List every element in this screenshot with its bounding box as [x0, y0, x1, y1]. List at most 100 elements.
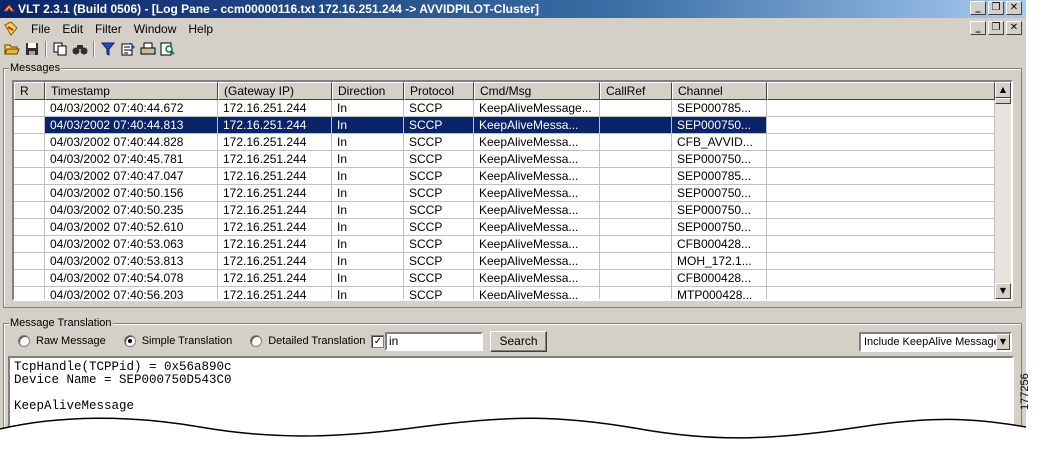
vertical-scrollbar[interactable]: ▲ ▼	[995, 82, 1011, 299]
table-row[interactable]: 04/03/2002 07:40:53.063 172.16.251.244 In S…	[14, 236, 999, 253]
menu-file[interactable]: File	[25, 22, 56, 36]
cell-timestamp: 04/03/2002 07:40:44.828	[45, 134, 218, 151]
messages-label: Messages	[9, 62, 62, 74]
cell-gateway-ip: 172.16.251.244	[218, 151, 332, 168]
column-header-protocol[interactable]: Protocol	[404, 82, 474, 100]
copy-icon[interactable]	[50, 40, 70, 58]
cell-channel: CFB000428...	[672, 270, 767, 287]
cell-cmd-msg: KeepAliveMessa...	[474, 202, 600, 219]
cell-channel: SEP000750...	[672, 151, 767, 168]
cell-cmd-msg: KeepAliveMessa...	[474, 134, 600, 151]
cell-filler	[767, 253, 995, 270]
document-icon[interactable]	[3, 20, 19, 37]
print-icon[interactable]	[138, 40, 158, 58]
column-header-r[interactable]: R	[14, 82, 45, 100]
table-row[interactable]: 04/03/2002 07:40:44.813 172.16.251.244 In S…	[14, 117, 999, 134]
close-button[interactable]: ✕	[1006, 1, 1022, 15]
cell-callref	[600, 134, 672, 151]
application-window: VLT 2.3.1 (Build 0506) - [Log Pane - ccm…	[0, 0, 1026, 449]
cell-gateway-ip: 172.16.251.244	[218, 202, 332, 219]
cell-protocol: SCCP	[404, 134, 474, 151]
cell-channel: SEP000785...	[672, 168, 767, 185]
table-row[interactable]: 04/03/2002 07:40:44.672 172.16.251.244 In S…	[14, 100, 999, 117]
cell-protocol: SCCP	[404, 202, 474, 219]
open-icon[interactable]	[2, 40, 22, 58]
column-header-timestamp[interactable]: Timestamp	[45, 82, 218, 100]
cell-timestamp: 04/03/2002 07:40:53.813	[45, 253, 218, 270]
cell-gateway-ip: 172.16.251.244	[218, 100, 332, 117]
title-bar[interactable]: VLT 2.3.1 (Build 0506) - [Log Pane - ccm…	[0, 0, 1026, 18]
preview-icon[interactable]	[158, 40, 178, 58]
chevron-down-icon[interactable]: ▼	[996, 334, 1010, 350]
cell-timestamp: 04/03/2002 07:40:52.610	[45, 219, 218, 236]
cell-callref	[600, 287, 672, 299]
table-row[interactable]: 04/03/2002 07:40:50.156 172.16.251.244 In S…	[14, 185, 999, 202]
pane-restore-button[interactable]: ❐	[988, 21, 1004, 35]
restore-button[interactable]: ❐	[988, 1, 1004, 15]
filter-icon[interactable]	[98, 40, 118, 58]
table-row[interactable]: 04/03/2002 07:40:44.828 172.16.251.244 In S…	[14, 134, 999, 151]
search-input[interactable]: in	[385, 332, 483, 351]
raw-message-radio[interactable]	[18, 335, 30, 347]
table-row[interactable]: 04/03/2002 07:40:52.610 172.16.251.244 In S…	[14, 219, 999, 236]
edit-filter-icon[interactable]	[118, 40, 138, 58]
cell-direction: In	[332, 185, 404, 202]
cell-direction: In	[332, 236, 404, 253]
scroll-down-arrow-icon[interactable]: ▼	[995, 283, 1011, 299]
cell-direction: In	[332, 253, 404, 270]
cell-protocol: SCCP	[404, 185, 474, 202]
toolbar	[0, 39, 1026, 59]
cell-callref	[600, 236, 672, 253]
menu-filter[interactable]: Filter	[89, 22, 128, 36]
toolbar-separator	[45, 41, 47, 57]
search-button[interactable]: Search	[490, 331, 547, 352]
scroll-up-arrow-icon[interactable]: ▲	[995, 82, 1011, 98]
table-row[interactable]: 04/03/2002 07:40:53.813 172.16.251.244 In S…	[14, 253, 999, 270]
cell-timestamp: 04/03/2002 07:40:44.672	[45, 100, 218, 117]
cell-r	[14, 151, 45, 168]
keepalive-filter-dropdown[interactable]: Include KeepAlive Messages ▼	[859, 332, 1012, 352]
torn-edge	[0, 417, 1042, 449]
pane-close-button[interactable]: ✕	[1006, 21, 1022, 35]
figure-id: 177256	[1019, 373, 1031, 410]
cell-callref	[600, 100, 672, 117]
menu-help[interactable]: Help	[182, 22, 219, 36]
column-header-gateway-ip[interactable]: (Gateway IP)	[218, 82, 332, 100]
pane-minimize-button[interactable]: _	[970, 21, 986, 35]
messages-list[interactable]: R Timestamp (Gateway IP) Direction Proto…	[12, 80, 1013, 301]
cell-gateway-ip: 172.16.251.244	[218, 253, 332, 270]
cell-protocol: SCCP	[404, 236, 474, 253]
search-filter-checkbox[interactable]: ✓	[371, 334, 385, 348]
scroll-thumb[interactable]	[995, 98, 1011, 104]
table-row[interactable]: 04/03/2002 07:40:47.047 172.16.251.244 In S…	[14, 168, 999, 185]
cell-direction: In	[332, 219, 404, 236]
cell-channel: CFB_AVVID...	[672, 134, 767, 151]
save-icon[interactable]	[22, 40, 42, 58]
simple-translation-radio[interactable]	[123, 335, 136, 347]
detailed-translation-radio[interactable]	[250, 335, 263, 347]
cell-protocol: SCCP	[404, 287, 474, 299]
cell-direction: In	[332, 287, 404, 299]
column-header-channel[interactable]: Channel	[672, 82, 767, 100]
cell-callref	[600, 253, 672, 270]
table-row[interactable]: 04/03/2002 07:40:50.235 172.16.251.244 In S…	[14, 202, 999, 219]
find-icon[interactable]	[70, 40, 90, 58]
menu-window[interactable]: Window	[128, 22, 183, 36]
column-header-callref[interactable]: CallRef	[600, 82, 672, 100]
table-row[interactable]: 04/03/2002 07:40:56.203 172.16.251.244 In S…	[14, 287, 999, 299]
toolbar-separator	[93, 41, 95, 57]
table-row[interactable]: 04/03/2002 07:40:45.781 172.16.251.244 In S…	[14, 151, 999, 168]
column-header-direction[interactable]: Direction	[332, 82, 404, 100]
menu-edit[interactable]: Edit	[56, 22, 89, 36]
cell-filler	[767, 185, 995, 202]
pane-controls: _ ❐ ✕	[970, 21, 1022, 35]
cell-cmd-msg: KeepAliveMessa...	[474, 151, 600, 168]
table-row[interactable]: 04/03/2002 07:40:54.078 172.16.251.244 In S…	[14, 270, 999, 287]
cell-cmd-msg: KeepAliveMessa...	[474, 287, 600, 299]
cell-r	[14, 134, 45, 151]
cell-filler	[767, 202, 995, 219]
minimize-button[interactable]: _	[970, 1, 986, 15]
column-header-cmd-msg[interactable]: Cmd/Msg	[474, 82, 600, 100]
cell-gateway-ip: 172.16.251.244	[218, 185, 332, 202]
cell-direction: In	[332, 270, 404, 287]
